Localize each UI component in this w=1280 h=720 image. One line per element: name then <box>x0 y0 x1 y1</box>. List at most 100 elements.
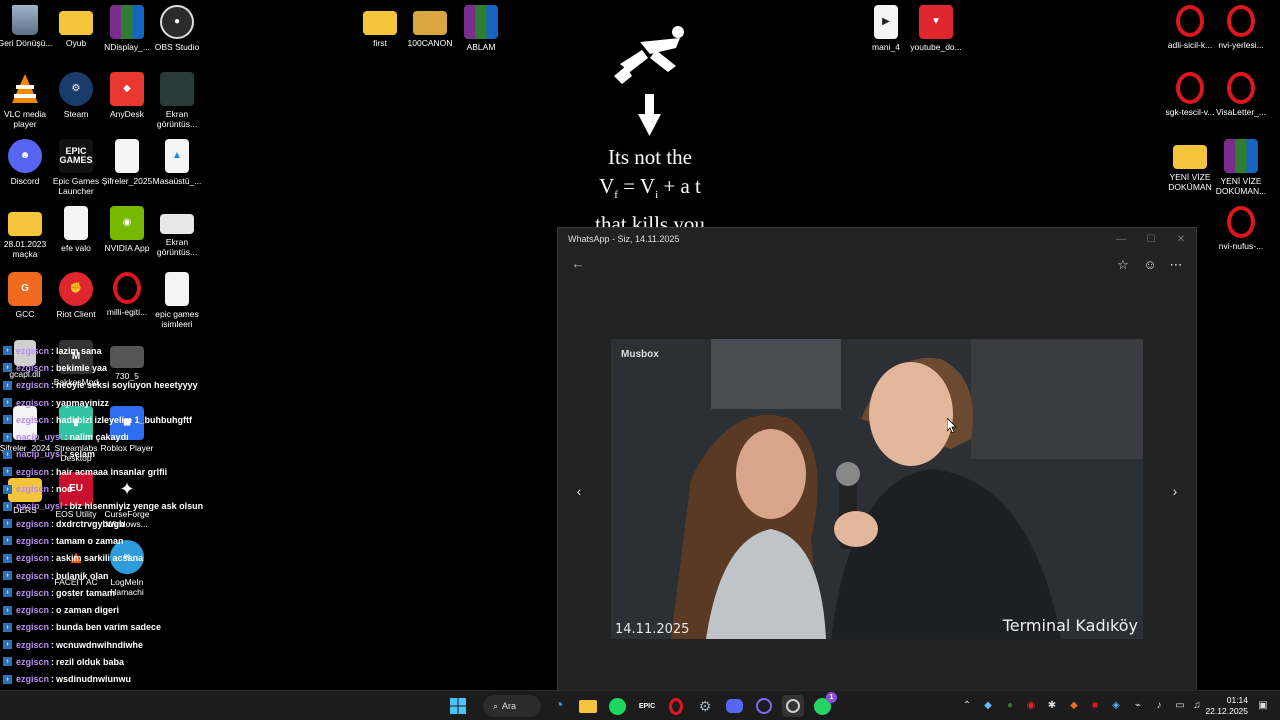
tray-network-app-icon[interactable]: ◈ <box>1109 699 1123 713</box>
taskbar-obs[interactable] <box>753 695 775 717</box>
desktop-icon-nvi-nufus[interactable]: nvi-nufus-... <box>1213 206 1269 251</box>
chat-separator: : <box>51 656 55 667</box>
taskbar-file-explorer[interactable] <box>577 695 599 717</box>
vlc-icon <box>8 72 42 106</box>
desktop-icon-epic-games[interactable]: EPIC GAMES Epic Games Launcher <box>48 139 104 196</box>
chat-platform-icon: › <box>3 588 12 598</box>
chat-username: ezgiscn <box>16 656 50 667</box>
desktop-icon-yeni-vize-archive[interactable]: YENİ VİZE DOKÜMAN... <box>1213 139 1269 196</box>
chat-separator: : <box>51 414 55 425</box>
desktop-icon-oyub[interactable]: Oyub <box>48 5 104 48</box>
folder-icon <box>59 11 93 35</box>
desktop-icon-gcc[interactable]: G GCC <box>0 272 53 319</box>
tray-overflow-chevron-icon[interactable]: ⌃ <box>960 699 974 713</box>
tray-app-icon[interactable]: ● <box>1003 699 1017 713</box>
desktop-icon-obs-studio[interactable]: ● OBS Studio <box>149 5 205 52</box>
taskbar-discord[interactable] <box>723 695 745 717</box>
chat-message: › ezgiscn: hadi bizi izleyelim 1_buhbuhgft… <box>3 411 263 428</box>
tray-record-icon[interactable]: ■ <box>1088 699 1102 713</box>
taskbar-steam[interactable]: ⚙ <box>694 695 716 717</box>
tray-volume-icon[interactable]: ♫ <box>1190 699 1204 713</box>
desktop-icon-nvi-yerlesim[interactable]: nvi-yerlesi... <box>1213 5 1269 50</box>
desktop-icon-adli-sicil[interactable]: adli-sicil-k... <box>1162 5 1218 50</box>
tray-network-icon[interactable]: ▭ <box>1173 699 1187 713</box>
desktop-icon-discord[interactable]: ☻ Discord <box>0 139 53 186</box>
desktop-icon-nvidia-app[interactable]: ◉ NVIDIA App <box>99 206 155 253</box>
tray-gcc-icon[interactable]: ◆ <box>1067 699 1081 713</box>
taskbar-edge[interactable]: ◔ <box>548 695 570 717</box>
chat-message: › ezgiscn: goster tamam <box>3 584 263 601</box>
tray-usb-icon[interactable]: ⌁ <box>1131 699 1145 713</box>
meme-line-1: Its not the <box>608 145 692 169</box>
back-arrow-icon[interactable]: ← <box>570 256 586 272</box>
screenshot-icon <box>160 72 194 106</box>
emoji-react-icon[interactable]: ☺ <box>1141 256 1159 274</box>
taskbar-whatsapp[interactable]: 1 <box>811 692 837 717</box>
chat-text: askim sarkili acsana <box>56 553 144 564</box>
taskbar-epic-games[interactable]: EPIC <box>636 695 658 717</box>
previous-media-button[interactable]: ‹ <box>571 483 587 499</box>
desktop-icon-sifreler-2025[interactable]: Şifreler_2025 <box>99 139 155 186</box>
clock-date: 22.12.2025 <box>1205 706 1248 716</box>
desktop-icon-mani-4[interactable]: ▶ mani_4 <box>858 5 914 52</box>
desktop-icon-recycle-bin[interactable]: Geri Dönüşü... <box>0 5 53 48</box>
steam-icon: ⚙ <box>59 72 93 106</box>
desktop-icon-visa-letter[interactable]: VisaLetter_... <box>1213 72 1269 117</box>
desktop-icon-steam[interactable]: ⚙ Steam <box>48 72 104 119</box>
recycle-bin-icon <box>12 5 38 35</box>
star-icon[interactable]: ☆ <box>1114 256 1132 274</box>
whatsapp-media-viewer: WhatsApp - Siz, 14.11.2025 — ☐ ✕ ← ☆ ☺ ⋯… <box>557 227 1197 692</box>
desktop-icon-masaustu[interactable]: ▲ Masaüstü_... <box>149 139 205 186</box>
taskbar-clock[interactable]: 01:14 22.12.2025 <box>1205 695 1248 717</box>
desktop-icon-epic-games-isimleri[interactable]: epic games isimleeri <box>149 272 205 329</box>
tray-microphone-icon[interactable]: ♪ <box>1152 699 1166 713</box>
opera-icon <box>1227 206 1255 238</box>
desktop-icon-macka-folder[interactable]: 28.01.2023 maçka <box>0 206 53 259</box>
desktop-icon-anydesk[interactable]: ◆ AnyDesk <box>99 72 155 119</box>
chat-platform-icon: › <box>3 501 12 511</box>
chat-separator: : <box>51 362 55 373</box>
desktop-icon-ekran-goruntusu-2[interactable]: Ekran görüntüs... <box>149 206 205 257</box>
desktop-icon-riot-client[interactable]: ✊ Riot Client <box>48 272 104 319</box>
notifications-bell-icon[interactable]: ▣ <box>1256 699 1270 713</box>
taskbar-search[interactable]: ⌕ Ara <box>483 695 541 717</box>
taskbar-spotify[interactable] <box>606 695 628 717</box>
desktop-icon-100canon[interactable]: 100CANON <box>402 5 458 48</box>
start-button[interactable] <box>447 695 469 717</box>
desktop-icon-sgk-tescil[interactable]: sgk-tescil-v... <box>1162 72 1218 117</box>
chat-username: ezgiscn <box>16 622 50 633</box>
window-controls: — ☐ ✕ <box>1106 228 1196 250</box>
minimize-button[interactable]: — <box>1106 228 1136 250</box>
chat-username: nacip_uysl <box>16 432 63 443</box>
desktop-icon-ablam[interactable]: ABLAM <box>453 5 509 52</box>
desktop-icon-yeni-vize-folder[interactable]: YENİ VİZE DOKÜMAN <box>1162 139 1218 192</box>
desktop-icon-youtube-downloader[interactable]: ▼ youtube_do... <box>908 5 964 52</box>
chat-username: ezgiscn <box>16 587 50 598</box>
close-button[interactable]: ✕ <box>1166 228 1196 250</box>
chat-separator: : <box>64 449 68 460</box>
chat-separator: : <box>51 380 55 391</box>
desktop-icon-milli-egitim[interactable]: milli-egiti... <box>99 272 155 317</box>
tray-settings-icon[interactable]: ✱ <box>1045 699 1059 713</box>
folder-icon <box>1173 145 1207 169</box>
taskbar-opera[interactable] <box>665 695 687 717</box>
meme-line-2: Vf = Vi + a t <box>599 174 701 202</box>
desktop-icon-vlc[interactable]: VLC media player <box>0 72 53 129</box>
next-media-button[interactable]: › <box>1167 483 1183 499</box>
maximize-button[interactable]: ☐ <box>1136 228 1166 250</box>
more-options-icon[interactable]: ⋯ <box>1167 256 1185 274</box>
desktop-icon-ekran-goruntusu-1[interactable]: Ekran görüntüs... <box>149 72 205 129</box>
desktop-icon-first[interactable]: first <box>352 5 408 48</box>
chat-text: wsdinudnwiunwu <box>56 674 132 685</box>
chat-separator: : <box>51 535 55 546</box>
desktop-icon-efe-valo[interactable]: efe valo <box>48 206 104 253</box>
chat-platform-icon: › <box>3 519 12 529</box>
wallpaper-meme: Its not the Vf = Vi + a t that kills you <box>580 20 720 239</box>
desktop-icon-ndisplay[interactable]: NDisplay_... <box>99 5 155 52</box>
chat-username: ezgiscn <box>16 518 50 529</box>
taskbar-app-active[interactable] <box>782 695 804 717</box>
tray-riot-icon[interactable]: ◉ <box>1024 699 1038 713</box>
chat-username: ezgiscn <box>16 362 50 373</box>
tray-steam-icon[interactable]: ◆ <box>981 699 995 713</box>
opera-icon <box>1176 72 1204 104</box>
